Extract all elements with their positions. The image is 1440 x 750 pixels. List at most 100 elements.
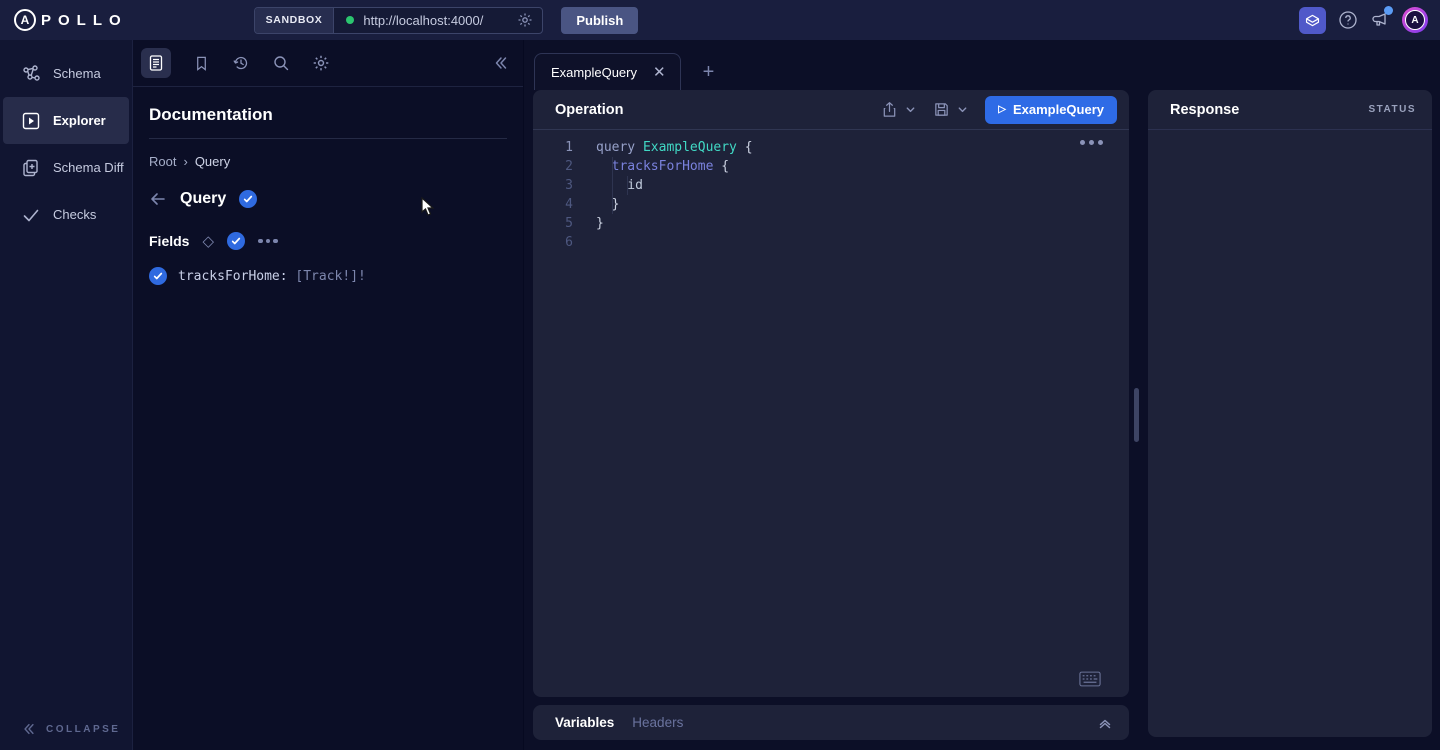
docs-toolbar — [133, 40, 523, 87]
sidebar-collapse-button[interactable]: COLLAPSE — [0, 722, 132, 736]
docs-title: Documentation — [149, 105, 507, 125]
response-status-label: STATUS — [1368, 104, 1416, 115]
divider — [149, 138, 507, 139]
collapse-label: COLLAPSE — [46, 724, 120, 735]
line-number: 4 — [533, 195, 573, 214]
run-play-icon: ▷ — [998, 104, 1006, 115]
save-dropdown-chevron-icon[interactable] — [957, 104, 968, 115]
tab-bar: ExampleQuery ✕ + — [524, 40, 1440, 90]
tab-label: ExampleQuery — [551, 65, 637, 80]
graphql-code-editor[interactable]: 1 query ExampleQuery { 2 tracksForHome {… — [533, 130, 1129, 697]
response-title: Response — [1170, 102, 1239, 118]
breadcrumb-root[interactable]: Root — [149, 154, 176, 169]
apollo-sandbox-app: A POLLO SANDBOX http://localhost:4000/ P… — [0, 0, 1440, 750]
schema-diff-icon — [21, 158, 41, 178]
editor-overflow-menu-icon[interactable] — [1080, 140, 1103, 145]
documentation-tab-icon[interactable] — [141, 48, 171, 78]
operation-panel: Operation ▷ Exam — [533, 90, 1129, 697]
breadcrumb-separator: › — [183, 154, 187, 169]
breadcrumb: Root › Query — [149, 154, 507, 169]
operation-title: Operation — [555, 102, 623, 118]
run-operation-button[interactable]: ▷ ExampleQuery — [985, 96, 1117, 124]
code-line[interactable]: 2 tracksForHome { — [533, 157, 1129, 176]
sidebar-item-label: Schema Diff — [53, 160, 124, 175]
field-name: tracksForHome: — [178, 269, 288, 284]
explorer-play-icon — [21, 111, 41, 131]
sidebar-item-checks[interactable]: Checks — [3, 191, 129, 238]
operation-actions: ▷ ExampleQuery — [881, 96, 1117, 124]
apollo-logo[interactable]: A POLLO — [0, 9, 146, 31]
documentation-panel: Documentation Root › Query Query Fields … — [133, 40, 524, 750]
fields-select-all-check-icon[interactable] — [227, 232, 245, 250]
sidebar-item-schema-diff[interactable]: Schema Diff — [3, 144, 129, 191]
indent-guide — [627, 176, 628, 195]
sidebar-item-schema[interactable]: Schema — [3, 50, 129, 97]
field-selected-check-icon[interactable] — [149, 267, 167, 285]
line-number: 2 — [533, 157, 573, 176]
line-number: 6 — [533, 233, 573, 252]
type-header-row: Query — [149, 190, 507, 208]
checks-checkmark-icon — [21, 205, 41, 225]
endpoint-url[interactable]: http://localhost:4000/ — [363, 13, 517, 28]
topbar-right-actions: A — [1299, 7, 1440, 34]
topbar: A POLLO SANDBOX http://localhost:4000/ P… — [0, 0, 1440, 40]
bookmarks-icon[interactable] — [193, 55, 210, 72]
left-nav-sidebar: Schema Explorer Schema Diff Checks — [0, 40, 133, 750]
line-number: 1 — [533, 138, 573, 157]
new-tab-icon[interactable]: + — [703, 62, 715, 82]
sidebar-item-label: Schema — [53, 66, 101, 81]
back-arrow-icon[interactable] — [149, 190, 167, 208]
sandbox-badge: SANDBOX — [255, 8, 335, 33]
tab-headers[interactable]: Headers — [632, 715, 683, 730]
line-number: 5 — [533, 214, 573, 233]
apollo-logo-text: POLLO — [41, 12, 128, 29]
publish-button[interactable]: Publish — [561, 7, 638, 34]
double-chevron-left-icon — [22, 722, 36, 736]
breadcrumb-current: Query — [195, 154, 230, 169]
code-line[interactable]: 4 } — [533, 195, 1129, 214]
main-area: ExampleQuery ✕ + Operation — [524, 40, 1440, 750]
indent-guide — [612, 157, 613, 214]
explorer-settings-gear-icon[interactable] — [312, 54, 330, 72]
apollo-logo-icon: A — [14, 9, 36, 31]
help-icon[interactable] — [1338, 10, 1358, 30]
search-icon[interactable] — [272, 54, 290, 72]
share-icon[interactable] — [881, 101, 898, 118]
docs-collapse-icon[interactable] — [493, 55, 509, 71]
endpoint-settings-gear-icon[interactable] — [517, 12, 533, 28]
variables-headers-bar: Variables Headers — [533, 705, 1129, 740]
code-line[interactable]: 5 } — [533, 214, 1129, 233]
fields-label: Fields — [149, 233, 189, 249]
tab-close-icon[interactable]: ✕ — [653, 65, 666, 80]
fields-more-options-icon[interactable] — [258, 239, 278, 244]
share-dropdown-chevron-icon[interactable] — [905, 104, 916, 115]
code-line[interactable]: 6 — [533, 233, 1129, 252]
sidebar-item-explorer[interactable]: Explorer — [3, 97, 129, 144]
save-icon[interactable] — [933, 101, 950, 118]
sandbox-cube-icon[interactable] — [1299, 7, 1326, 34]
response-panel: Response STATUS — [1148, 90, 1432, 737]
field-row-tracksForHome[interactable]: tracksForHome: [Track!]! — [149, 267, 507, 285]
type-selected-check-icon[interactable] — [239, 190, 257, 208]
expand-variables-chevron-icon[interactable] — [1097, 715, 1113, 731]
run-button-label: ExampleQuery — [1013, 102, 1104, 117]
user-avatar[interactable]: A — [1402, 7, 1428, 33]
field-type[interactable]: [Track!]! — [295, 269, 365, 284]
tab-example-query[interactable]: ExampleQuery ✕ — [534, 53, 681, 90]
keyboard-shortcuts-icon[interactable] — [1079, 671, 1101, 687]
code-line[interactable]: 3 id — [533, 176, 1129, 195]
fields-header-row: Fields ◇ — [149, 232, 507, 250]
history-icon[interactable] — [232, 54, 250, 72]
sidebar-item-label: Explorer — [53, 113, 106, 128]
tab-variables[interactable]: Variables — [555, 715, 614, 730]
schema-graph-icon — [21, 64, 41, 84]
response-header: Response STATUS — [1148, 90, 1432, 130]
fields-diamond-icon[interactable]: ◇ — [202, 234, 214, 249]
code-line[interactable]: 1 query ExampleQuery { — [533, 138, 1129, 157]
endpoint-bar: SANDBOX http://localhost:4000/ — [254, 7, 544, 34]
connection-status-dot — [346, 16, 354, 24]
line-number: 3 — [533, 176, 573, 195]
sidebar-item-label: Checks — [53, 207, 96, 222]
announcements-megaphone-icon[interactable] — [1370, 10, 1390, 30]
panel-resize-handle[interactable] — [1134, 388, 1139, 442]
